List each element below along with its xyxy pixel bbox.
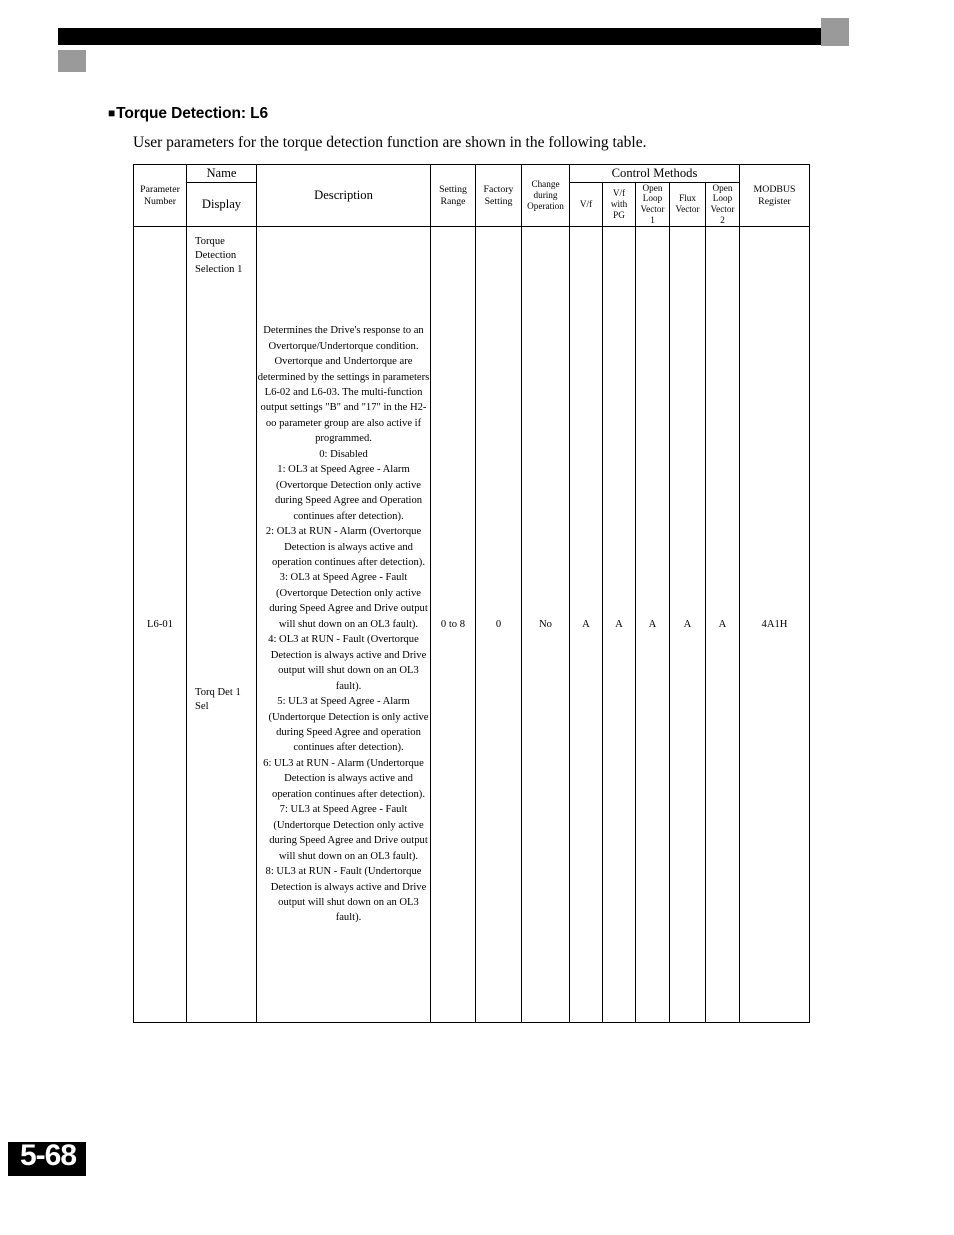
header-setting-range: Setting Range [430,163,476,228]
description-option-6: 6: UL3 at RUN - Alarm (Undertorque Detec… [263,757,425,800]
header-modbus-register-label: MODBUS Register [753,183,796,207]
cell-vf-with-pg: A [602,226,636,1024]
header-modbus-register: MODBUS Register [739,163,810,228]
page-number-badge: 5-68 [8,1139,86,1176]
page-title-text: Torque Detection: L6 [116,105,269,122]
header-parameter-number: Parameter Number [133,163,187,228]
description-option-0: 0: Disabled [319,448,368,460]
header-tab-left [58,50,86,72]
header-open-loop-vector-1: Open Loop Vector 1 [635,181,670,228]
description-option-8: 8: UL3 at RUN - Fault (Undertorque Detec… [265,866,427,924]
page-title: ■Torque Detection: L6 [108,105,268,123]
cell-description: Determines the Drive's response to an Ov… [256,226,431,1024]
header-name: Name [186,164,257,183]
description-option-4: 4: OL3 at RUN - Fault (Overtorque Detect… [268,634,427,692]
header-display: Display [186,181,257,228]
description-option-1: 1: OL3 at Speed Agree - Alarm (Overtorqu… [274,464,423,522]
cell-modbus-register: 4A1H [739,226,810,1024]
header-control-methods: Control Methods [569,164,740,183]
cell-flux-vector: A [669,226,706,1024]
header-factory-setting: Factory Setting [475,163,522,228]
description-option-3: 3: OL3 at Speed Agree - Fault (Overtorqu… [269,572,428,630]
cell-display: Torque Detection Selection 1 Torq Det 1 Sel [186,226,257,1024]
cell-factory-setting: 0 [475,226,522,1024]
description-option-2: 2: OL3 at RUN - Alarm (Overtorque Detect… [265,526,425,568]
cell-setting-range: 0 to 8 [430,226,476,1024]
header-open-loop-vector-2-label: Open Loop Vector 2 [710,182,735,226]
header-change-during-operation-label: Change during Operation [527,179,564,211]
cell-open-loop-vector-2: A [705,226,740,1024]
header-open-loop-vector-2: Open Loop Vector 2 [705,181,740,228]
header-flux-vector-label: Flux Vector [675,193,700,215]
header-flux-vector: Flux Vector [669,181,706,228]
cell-vf: A [569,226,603,1024]
table-row: L6-01 Torque Detection Selection 1 Torq De… [133,226,810,1024]
description-intro: Determines the Drive's response to an Ov… [257,325,430,445]
header-vf: V/f [569,181,603,228]
header-vf-with-pg: V/f with PG [602,181,636,228]
header-factory-setting-label: Factory Setting [483,183,514,207]
parameter-table: Parameter Number Name Description Setting… [133,163,810,1024]
header-change-during-operation: Change during Operation [521,163,570,228]
header-open-loop-vector-1-label: Open Loop Vector 1 [640,182,665,226]
description-block: Determines the Drive's response to an Ov… [257,323,430,926]
cell-change-during-operation: No [521,226,570,1024]
page-number-text: 5-68 [20,1139,77,1172]
cell-open-loop-vector-1: A [635,226,670,1024]
header-setting-range-label: Setting Range [439,183,467,207]
intro-paragraph: User parameters for the torque detection… [133,134,647,151]
table-header-row-1: Parameter Number Name Description Setting… [133,163,810,228]
cell-display-text: Torq Det 1 Sel [195,687,241,713]
description-option-5: 5: UL3 at Speed Agree - Alarm (Undertorq… [268,696,429,754]
header-rule-black [58,28,849,45]
cell-parameter-number: L6-01 [133,226,187,1024]
bullet-square-icon: ■ [108,106,116,120]
cell-name-text: Torque Detection Selection 1 [195,236,243,275]
header-vf-with-pg-label: V/f with PG [610,188,628,220]
header-parameter-number-label: Parameter Number [140,183,180,207]
header-description: Description [256,163,431,228]
header-tab-right [821,18,849,46]
description-option-7: 7: UL3 at Speed Agree - Fault (Undertorq… [269,804,428,862]
